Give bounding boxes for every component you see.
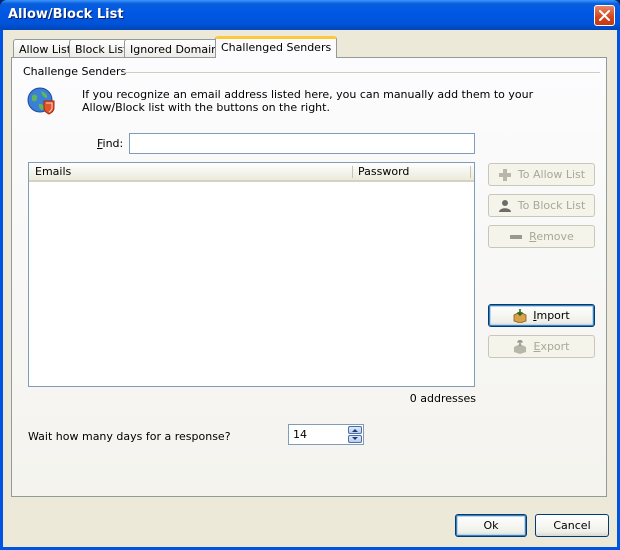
to-allow-list-button[interactable]: To Allow List: [488, 163, 595, 186]
tab-allow-list[interactable]: Allow List: [13, 39, 78, 57]
button-label: Cancel: [553, 519, 591, 532]
wait-days-label: Wait how many days for a response?: [28, 430, 231, 443]
wait-days-spinbox[interactable]: 14: [288, 424, 364, 445]
button-label: Ok: [483, 519, 499, 532]
info-text: If you recognize an email address listed…: [82, 88, 534, 114]
ok-button[interactable]: Ok: [455, 514, 527, 537]
find-input[interactable]: [129, 133, 475, 154]
tab-challenged-senders[interactable]: Challenged Senders: [215, 36, 338, 58]
tab-panel-challenged-senders: Challenge Senders If you recognize an em…: [11, 57, 607, 497]
column-divider[interactable]: [352, 166, 353, 178]
export-button[interactable]: Export: [488, 335, 595, 358]
tab-label: Challenged Senders: [221, 41, 332, 54]
emails-list[interactable]: Emails Password: [28, 162, 475, 387]
spin-up-button[interactable]: [348, 426, 362, 434]
list-header: Emails Password: [29, 163, 474, 182]
minus-icon: [510, 234, 523, 239]
button-label: Export: [533, 340, 570, 353]
address-count: 0 addresses: [409, 392, 476, 405]
button-label: Remove: [529, 230, 574, 243]
window-title: Allow/Block List: [8, 7, 124, 22]
tab-label: Allow List: [19, 43, 72, 56]
tab-label: Ignored Domains: [130, 43, 224, 56]
column-divider[interactable]: [470, 166, 471, 178]
globe-shield-icon: [27, 87, 55, 115]
button-label: To Block List: [517, 199, 586, 212]
close-icon: [599, 10, 610, 21]
export-box-icon: [514, 339, 527, 354]
remove-button[interactable]: Remove: [488, 225, 595, 248]
plus-icon: [498, 168, 511, 181]
user-block-icon: [498, 199, 511, 212]
arrow-down-icon: [352, 437, 358, 440]
column-header-password[interactable]: Password: [358, 165, 409, 178]
spin-down-button[interactable]: [348, 435, 362, 443]
tab-ignored-domains[interactable]: Ignored Domains: [124, 39, 230, 57]
button-label: Import: [533, 309, 570, 322]
tab-label: Block List: [75, 43, 128, 56]
wait-days-value[interactable]: 14: [293, 428, 307, 441]
column-header-emails[interactable]: Emails: [35, 165, 71, 178]
to-block-list-button[interactable]: To Block List: [488, 194, 595, 217]
title-bar[interactable]: Allow/Block List: [0, 0, 620, 30]
arrow-up-icon: [352, 429, 358, 432]
section-divider: [122, 72, 600, 73]
close-button[interactable]: [594, 5, 615, 26]
find-label: Find:: [97, 137, 124, 150]
import-box-icon: [513, 308, 527, 323]
dialog-window: Allow/Block List Allow List Block List I…: [0, 0, 620, 550]
button-label: To Allow List: [517, 168, 586, 181]
section-title: Challenge Senders: [23, 65, 127, 78]
spin-arrows: [348, 426, 362, 443]
dialog-client: Allow List Block List Ignored Domains Ch…: [3, 30, 617, 547]
cancel-button[interactable]: Cancel: [535, 514, 609, 537]
import-button[interactable]: Import: [488, 304, 595, 327]
